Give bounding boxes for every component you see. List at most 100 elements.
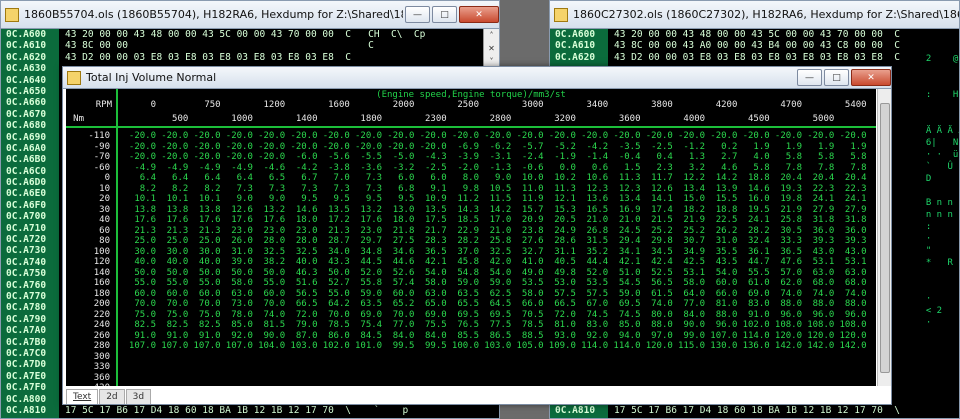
row-header: 0 <box>104 173 110 183</box>
row-header-label: RPM <box>95 100 112 110</box>
map-cell[interactable]: 43.0 <box>827 247 867 258</box>
hex-row[interactable]: 43 8C 00 00 C <box>65 40 499 51</box>
hex-row[interactable]: 43 8C 00 00 43 A0 00 00 43 B4 00 00 43 C… <box>614 40 959 51</box>
map-window[interactable]: Total Inj Volume Normal — □ ✕ (Engine sp… <box>62 66 892 405</box>
tab-text[interactable]: Text <box>66 389 99 404</box>
address: 0C.A800 <box>6 393 47 405</box>
map-cell[interactable]: 5.8 <box>827 152 866 163</box>
minimize-button[interactable]: — <box>797 69 822 86</box>
address: 0C.A7B0 <box>6 336 47 348</box>
map-cell[interactable]: 20.4 <box>827 173 867 184</box>
file-icon <box>5 7 19 22</box>
row-header: 120 <box>93 257 110 267</box>
address: 0C.A710 <box>6 222 47 234</box>
map-window-title: Total Inj Volume Normal <box>86 71 217 84</box>
address: 0C.A600 <box>555 29 596 40</box>
left-scrollbar[interactable]: ˄ ✕ ˅ <box>483 29 499 69</box>
maximize-button[interactable]: □ <box>824 69 849 86</box>
right-window-titlebar[interactable]: 1860C27302.ols (1860C27302), H182RA6, He… <box>550 1 959 29</box>
map-cell[interactable]: 1.9 <box>827 142 866 153</box>
map-cell[interactable]: 7.8 <box>827 163 866 174</box>
map-axis-title: (Engine speed,Engine torque)/mm3/st <box>376 90 566 100</box>
address: 0C.A690 <box>6 131 47 143</box>
address: 0C.A810 <box>555 405 596 417</box>
column-header: 4200 <box>715 100 738 110</box>
map-cell[interactable]: 74.0 <box>827 289 867 300</box>
maximize-button[interactable]: □ <box>432 6 457 23</box>
hex-row[interactable]: 43 20 00 00 43 48 00 00 43 5C 00 00 43 7… <box>65 29 499 40</box>
map-cell[interactable]: 68.0 <box>827 278 867 289</box>
map-cell[interactable]: -20.0 <box>827 131 867 142</box>
hex-row[interactable]: 17 5C 17 B6 17 D4 18 60 18 BA 1B 12 1B 1… <box>65 405 499 416</box>
map-cell[interactable]: 142.0 <box>827 341 867 352</box>
scroll-thumb[interactable] <box>880 103 890 373</box>
column-header: 3000 <box>521 100 544 110</box>
tab-3d[interactable]: 3d <box>125 389 152 404</box>
address: 0C.A790 <box>6 313 47 325</box>
hex-row[interactable]: 43 D2 00 00 03 E8 03 E8 03 E8 03 E8 03 E… <box>614 52 959 63</box>
row-header: 220 <box>93 309 110 320</box>
map-cell[interactable]: 31.8 <box>827 215 867 226</box>
right-window-title: 1860C27302.ols (1860C27302), H182RA6, He… <box>573 8 959 21</box>
address: 0C.A780 <box>6 302 47 314</box>
column-header: 1200 <box>263 100 286 110</box>
column-header: 2300 <box>425 114 447 124</box>
row-header: 160 <box>93 278 110 288</box>
map-cell[interactable]: 22.3 <box>827 184 867 195</box>
row-header: 240 <box>93 320 110 330</box>
address: 0C.A7C0 <box>6 347 47 359</box>
col-header-label: Nm <box>73 114 84 124</box>
map-cell[interactable]: 24.1 <box>827 194 867 205</box>
column-header: 4000 <box>683 114 706 124</box>
map-cell[interactable]: 120.0 <box>827 331 867 342</box>
map-cell[interactable]: 36.0 <box>827 226 867 237</box>
map-cell[interactable]: 108.0 <box>827 320 867 331</box>
column-header: 500 <box>172 114 189 124</box>
row-header: 300 <box>93 351 110 362</box>
ascii-strip: L · 2 @ v V ` : Hüüü · < P ü Ä Ä Ä Ä 6| … <box>909 29 959 418</box>
address: 0C.A630 <box>6 63 47 75</box>
column-header: 5400 <box>844 100 867 110</box>
address: 0C.A610 <box>555 40 596 52</box>
map-cell[interactable]: 96.0 <box>827 310 867 321</box>
map-vertical-scrollbar[interactable] <box>877 89 891 386</box>
row-header: -70 <box>93 152 110 162</box>
address: 0C.A810 <box>6 404 47 416</box>
view-tabs: Text 2d 3d <box>66 386 152 404</box>
map-cell[interactable]: 63.0 <box>827 268 867 279</box>
address: 0C.A600 <box>6 29 47 40</box>
close-button[interactable]: ✕ <box>851 69 891 86</box>
row-header: 40 <box>99 215 110 225</box>
map-cell[interactable]: 88.0 <box>827 299 867 310</box>
row-header: 280 <box>93 341 110 351</box>
row-header: 140 <box>93 267 110 278</box>
column-header: 1800 <box>360 114 383 124</box>
map-cell[interactable]: 27.9 <box>827 205 867 216</box>
address: 0C.A620 <box>6 51 47 63</box>
map-cell[interactable]: 53.1 <box>827 257 867 268</box>
map-cell[interactable]: 39.3 <box>827 236 867 247</box>
column-header: 1400 <box>295 114 318 124</box>
hex-row[interactable]: 17 5C 17 B6 17 D4 18 60 18 BA 1B 12 1B 1… <box>614 405 959 416</box>
row-header: 80 <box>99 236 110 246</box>
hex-row[interactable]: 43 20 00 00 43 48 00 00 43 5C 00 00 43 7… <box>614 29 959 40</box>
row-header: 10 <box>99 183 110 194</box>
map-table[interactable]: (Engine speed,Engine torque)/mm3/st RPM N… <box>66 89 876 386</box>
map-icon <box>67 70 81 85</box>
column-header: 750 <box>204 100 221 110</box>
address: 0C.A740 <box>6 256 47 268</box>
file-icon <box>554 7 568 22</box>
minimize-button[interactable]: — <box>405 6 430 23</box>
left-window-title: 1860B55704.ols (1860B55704), H182RA6, He… <box>24 8 403 21</box>
map-window-titlebar[interactable]: Total Inj Volume Normal — □ ✕ <box>63 67 891 89</box>
tab-2d[interactable]: 2d <box>99 389 125 404</box>
row-header: -110 <box>88 131 110 141</box>
column-header: 3800 <box>651 100 673 110</box>
hex-row[interactable]: 43 D2 00 00 03 E8 03 E8 03 E8 03 E8 03 E… <box>65 52 499 63</box>
column-header: 1600 <box>328 100 350 110</box>
left-window-titlebar[interactable]: 1860B55704.ols (1860B55704), H182RA6, He… <box>1 1 499 29</box>
close-button[interactable]: ✕ <box>459 6 499 23</box>
address: 0C.A6F0 <box>6 199 47 211</box>
column-header: 2500 <box>457 100 479 110</box>
column-header: 4500 <box>748 114 770 124</box>
